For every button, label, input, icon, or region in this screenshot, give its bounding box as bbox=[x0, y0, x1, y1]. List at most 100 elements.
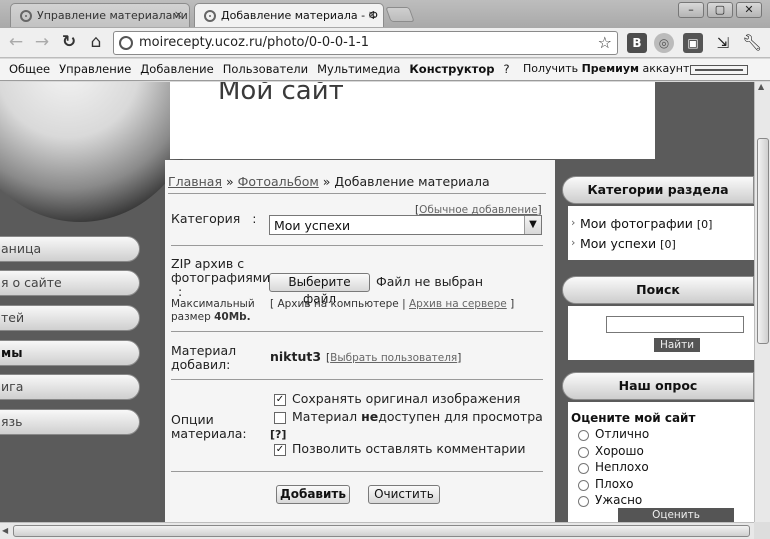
admin-menu-multimedia[interactable]: Мультимедиа bbox=[317, 62, 400, 76]
added-by-value: niktut3 bbox=[270, 349, 322, 364]
vote-button[interactable]: Оценить bbox=[618, 508, 734, 522]
nav-about[interactable]: я о сайте bbox=[0, 270, 140, 296]
reload-icon[interactable]: ↻ bbox=[59, 32, 79, 52]
chevron-down-icon[interactable]: ▼ bbox=[524, 216, 541, 234]
search-input[interactable] bbox=[606, 316, 744, 333]
admin-menu-general[interactable]: Общее bbox=[9, 62, 50, 76]
globe-extension-icon[interactable]: ◎ bbox=[654, 33, 674, 53]
new-tab-button[interactable] bbox=[385, 7, 415, 22]
choose-user-link[interactable]: Выбрать пользователя bbox=[330, 352, 457, 364]
admin-bar-toggle[interactable] bbox=[690, 65, 748, 75]
address-bar[interactable]: moirecepty.ucoz.ru/photo/0-0-0-1-1 ☆ bbox=[113, 31, 618, 55]
premium-suffix: аккаунт bbox=[642, 62, 690, 75]
close-icon[interactable]: × bbox=[368, 8, 377, 21]
poll-option-radio[interactable] bbox=[578, 463, 589, 474]
file-status: Файл не выбран bbox=[376, 274, 484, 289]
category-select[interactable]: Мои успехи ▼ bbox=[269, 215, 542, 235]
url-text[interactable]: moirecepty.ucoz.ru/photo/0-0-0-1-1 bbox=[139, 35, 369, 50]
tab-label: Добавление материала - Ф bbox=[221, 9, 379, 22]
admin-menu-manage[interactable]: Управление bbox=[59, 62, 131, 76]
allow-comments-checkbox[interactable]: ✓ bbox=[274, 444, 286, 456]
plugin-extension-icon[interactable]: ⇲ bbox=[713, 33, 733, 53]
maximize-button[interactable]: ▢ bbox=[707, 2, 733, 18]
premium-link[interactable]: Получить Премиум аккаунт bbox=[523, 62, 689, 75]
category-label-text: Категория bbox=[171, 211, 241, 226]
added-by-line2: добавил: bbox=[171, 357, 231, 372]
star-bookmark-icon[interactable]: ☆ bbox=[598, 33, 612, 52]
horizontal-scrollbar[interactable]: ◀ bbox=[0, 522, 754, 539]
admin-menu-add[interactable]: Добавление bbox=[140, 62, 213, 76]
nav-book[interactable]: ига bbox=[0, 374, 140, 400]
minimize-button[interactable]: – bbox=[678, 2, 704, 18]
category-item-count: [0] bbox=[696, 218, 713, 231]
choose-file-button[interactable]: Выберите файл bbox=[269, 273, 370, 306]
poll-option-radio[interactable] bbox=[578, 447, 589, 458]
poll-option-label: Плохо bbox=[595, 477, 634, 491]
archive-on-server-link[interactable]: Архив на сервере bbox=[409, 298, 507, 310]
admin-menu-constructor[interactable]: Конструктор bbox=[409, 62, 494, 76]
poll-option-radio[interactable] bbox=[578, 480, 589, 491]
nav-home[interactable]: аница bbox=[0, 236, 140, 262]
keep-original-label: Сохранять оригинал изображения bbox=[292, 391, 521, 406]
breadcrumb-album-link[interactable]: Фотоальбом bbox=[238, 174, 319, 189]
nav-feedback[interactable]: язь bbox=[0, 409, 140, 435]
ucoz-favicon-icon bbox=[204, 10, 216, 22]
keep-original-checkbox[interactable]: ✓ bbox=[274, 394, 286, 406]
categories-body: Мои фотографии [0] Мои успехи [0] bbox=[568, 206, 754, 260]
poll-option-radio[interactable] bbox=[578, 430, 589, 441]
globe-icon bbox=[119, 36, 133, 50]
category-select-value: Мои успехи bbox=[274, 218, 351, 233]
tab-add-material[interactable]: Добавление материала - Ф × bbox=[194, 3, 384, 27]
unavailable-prefix: Материал bbox=[292, 409, 362, 424]
forward-arrow-icon[interactable]: → bbox=[32, 32, 52, 52]
poll-option-label: Ужасно bbox=[595, 493, 643, 507]
premium-bold: Премиум bbox=[581, 62, 639, 75]
admin-menu-help[interactable]: ? bbox=[503, 62, 509, 76]
back-arrow-icon[interactable]: ← bbox=[6, 32, 26, 52]
browser-window: Управление материалами × Добавление мате… bbox=[0, 0, 770, 539]
poll-option-label: Неплохо bbox=[595, 460, 649, 474]
wrench-icon[interactable]: 🔧︎ bbox=[742, 33, 762, 53]
vk-extension-icon[interactable]: B bbox=[627, 33, 647, 53]
max-size-line1: Максимальный bbox=[171, 298, 255, 310]
unavailable-label: Материал недоступен для просмотра bbox=[292, 410, 543, 424]
divider bbox=[171, 471, 543, 472]
search-button[interactable]: Найти bbox=[654, 338, 700, 352]
poll-option-radio[interactable] bbox=[578, 496, 589, 507]
clear-button[interactable]: Очистить bbox=[368, 485, 440, 504]
admin-menu-users[interactable]: Пользователи bbox=[223, 62, 308, 76]
vertical-scroll-thumb[interactable] bbox=[757, 138, 769, 344]
tab-manage-materials[interactable]: Управление материалами × bbox=[10, 3, 190, 27]
scroll-left-icon[interactable]: ◀ bbox=[2, 526, 8, 535]
category-item[interactable]: Мои успехи [0] bbox=[571, 236, 676, 251]
unavailable-checkbox[interactable] bbox=[274, 412, 286, 424]
close-window-button[interactable]: ✕ bbox=[736, 2, 762, 18]
poll-title: Наш опрос bbox=[562, 372, 754, 400]
close-icon[interactable]: × bbox=[174, 8, 183, 21]
poll-question: Оцените мой сайт bbox=[571, 411, 696, 425]
nav-guestbook[interactable]: тей bbox=[0, 305, 140, 331]
choose-user-wrapper: [Выбрать пользователя] bbox=[326, 352, 462, 364]
horizontal-scroll-thumb[interactable] bbox=[13, 525, 750, 537]
scroll-up-icon[interactable]: ▲ bbox=[758, 82, 764, 91]
category-item[interactable]: Мои фотографии [0] bbox=[571, 216, 713, 231]
breadcrumb-sep: » bbox=[225, 174, 234, 189]
zip-label-line2: фотографиями bbox=[171, 270, 271, 285]
archive-source: [ Архив на компьютере | Архив на сервере… bbox=[270, 298, 515, 310]
options-label: Опции материала: bbox=[171, 413, 247, 441]
max-size-line2: размер bbox=[171, 311, 211, 323]
add-button[interactable]: Добавить bbox=[276, 485, 350, 504]
help-link[interactable]: [?] bbox=[270, 428, 286, 442]
category-item-count: [0] bbox=[660, 238, 676, 251]
site-title[interactable]: Мой сайт bbox=[218, 82, 344, 106]
vertical-scrollbar[interactable]: ▲ bbox=[754, 82, 770, 523]
admin-menu: Общее Управление Добавление Пользователи… bbox=[9, 62, 510, 76]
archive-on-computer[interactable]: Архив на компьютере bbox=[277, 298, 398, 310]
bookmark-extension-icon[interactable]: ▣ bbox=[683, 33, 703, 53]
divider bbox=[168, 193, 546, 194]
home-icon[interactable]: ⌂ bbox=[86, 32, 106, 52]
breadcrumb: Главная » Фотоальбом » Добавление матери… bbox=[168, 174, 490, 189]
allow-comments-label: Позволить оставлять комментарии bbox=[292, 441, 526, 456]
breadcrumb-home-link[interactable]: Главная bbox=[168, 174, 222, 189]
nav-photos[interactable]: мы bbox=[0, 340, 140, 366]
